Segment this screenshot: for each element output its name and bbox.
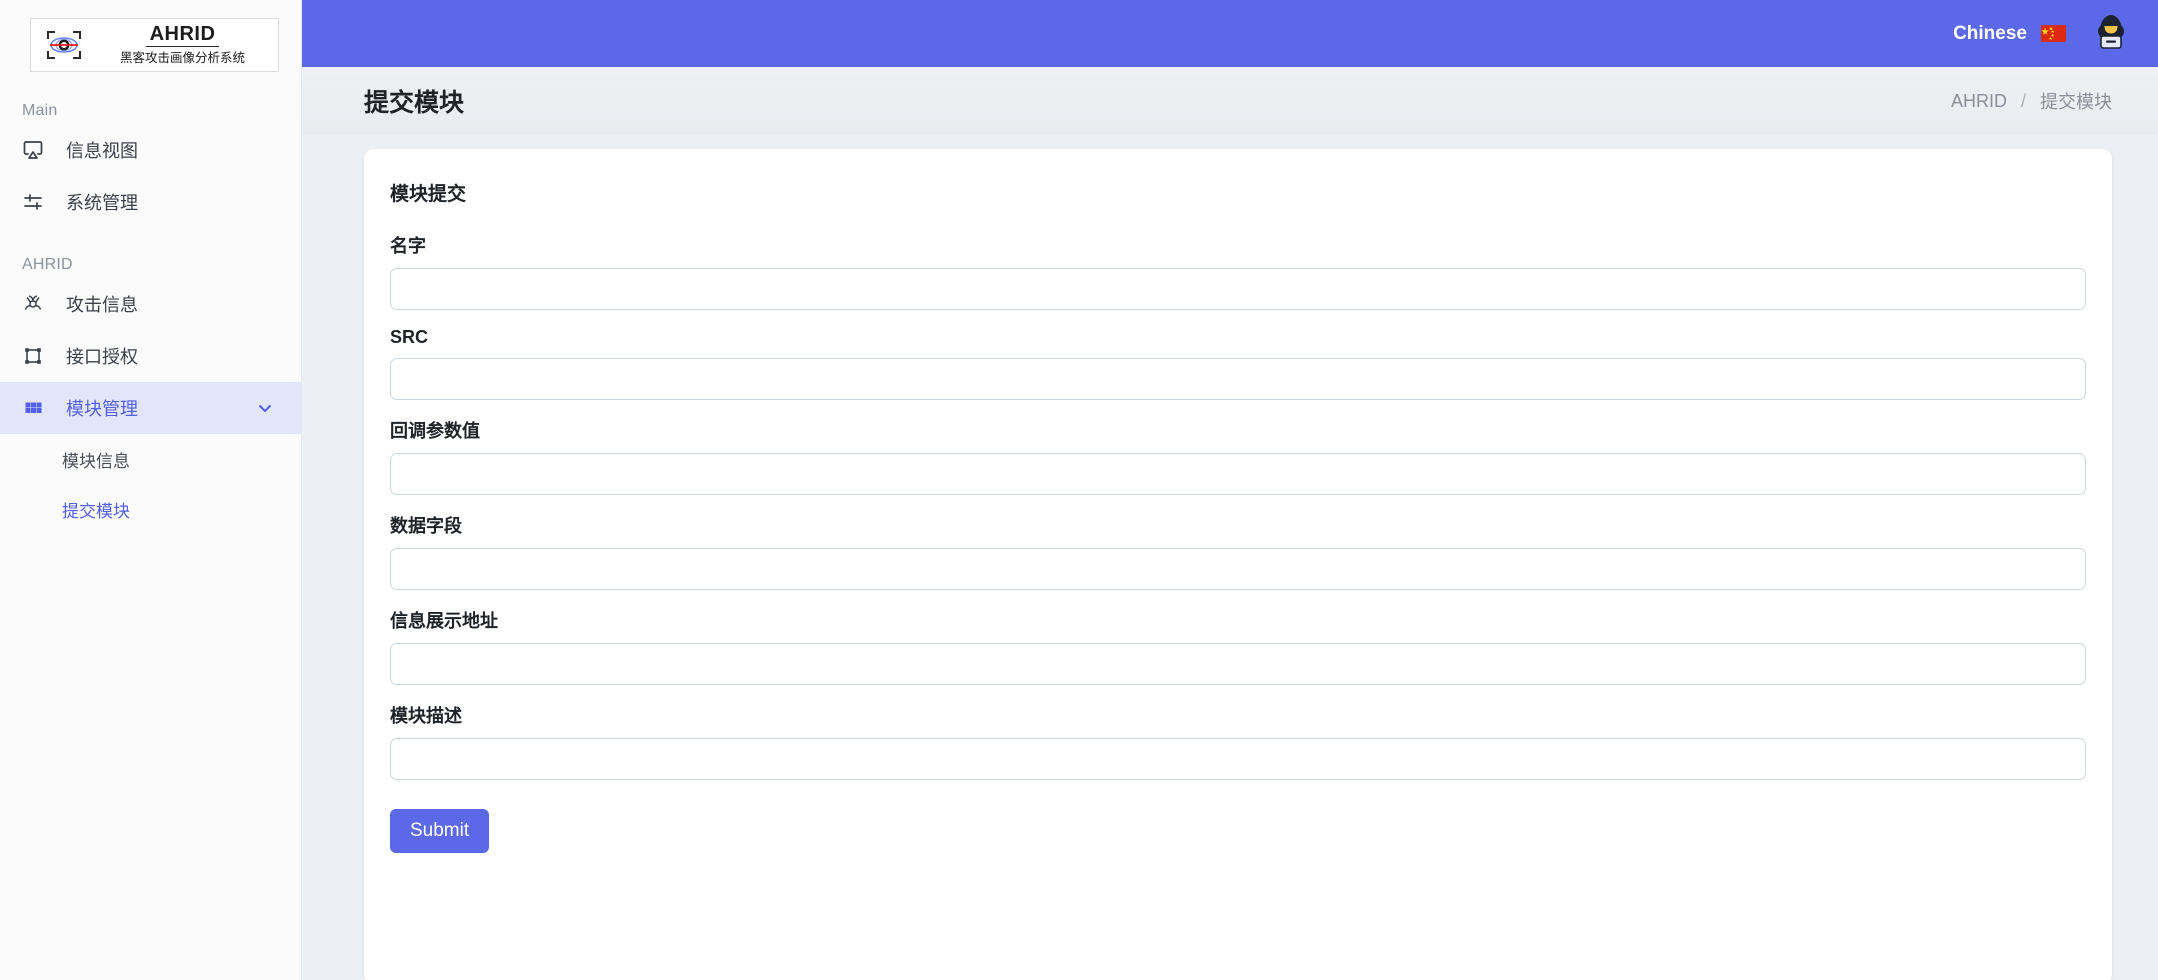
page-header: 提交模块 AHRID / 提交模块 (302, 67, 2158, 135)
field-label: 信息展示地址 (390, 611, 498, 631)
data-field-input[interactable] (390, 548, 2086, 590)
main-area: Chinese 提交模块 AHRID / 提交模块 模块提交 名字 SRC 回调… (302, 0, 2158, 980)
sidebar-subitem-label: 提交模块 (62, 501, 130, 521)
sidebar-item-module-management[interactable]: 模块管理 (0, 382, 301, 434)
module-description-input[interactable] (390, 738, 2086, 780)
field-src: SRC (390, 327, 2086, 400)
sidebar-item-label: 模块管理 (66, 399, 138, 419)
field-label: 模块描述 (390, 706, 462, 726)
sliders-tune-icon (22, 191, 44, 213)
top-bar: Chinese (302, 0, 2158, 67)
content-area: 模块提交 名字 SRC 回调参数值 数据字段 信息展示地址 模块描述 Submi… (302, 135, 2158, 980)
page-title: 提交模块 (364, 89, 465, 117)
sidebar-item-label: 接口授权 (66, 347, 138, 367)
app-root: AHRID 黑客攻击画像分析系统 Main 信息视图 系统管理 AHRID 攻击… (0, 0, 2158, 980)
grid-apps-icon (22, 397, 44, 419)
breadcrumb: AHRID / 提交模块 (1951, 88, 2112, 114)
biohazard-icon (22, 293, 44, 315)
brand-title: AHRID (145, 23, 220, 47)
name-input[interactable] (390, 268, 2086, 310)
china-flag-icon (2041, 25, 2066, 42)
sidebar-item-label: 攻击信息 (66, 295, 138, 315)
breadcrumb-root[interactable]: AHRID (1951, 91, 2007, 112)
field-label: 数据字段 (390, 516, 462, 536)
submit-button[interactable]: Submit (390, 809, 490, 853)
crosshair-eye-icon (41, 24, 87, 66)
monitor-airplay-icon (22, 139, 44, 161)
callback-param-input[interactable] (390, 453, 2086, 495)
sidebar-item-attack-info[interactable]: 攻击信息 (0, 278, 301, 330)
nav-section-ahrid: AHRID (22, 256, 73, 273)
display-url-input[interactable] (390, 643, 2086, 685)
module-submit-card: 模块提交 名字 SRC 回调参数值 数据字段 信息展示地址 模块描述 Submi… (364, 149, 2112, 980)
language-label: Chinese (1953, 22, 2027, 44)
brand-logo[interactable]: AHRID 黑客攻击画像分析系统 (0, 0, 301, 72)
sidebar-subitem-label: 模块信息 (62, 451, 130, 471)
sidebar-item-api-auth[interactable]: 接口授权 (0, 330, 301, 382)
field-name: 名字 (390, 232, 2086, 310)
breadcrumb-current: 提交模块 (2040, 92, 2112, 112)
crop-frame-icon (22, 345, 44, 367)
sidebar: AHRID 黑客攻击画像分析系统 Main 信息视图 系统管理 AHRID 攻击… (0, 0, 302, 980)
field-label: SRC (390, 327, 429, 347)
brand-subtitle: 黑客攻击画像分析系统 (119, 51, 245, 65)
sidebar-item-system-management[interactable]: 系统管理 (0, 176, 301, 228)
sidebar-subitem-module-info[interactable]: 模块信息 (0, 434, 301, 484)
nav-section-main: Main (22, 102, 58, 119)
src-input[interactable] (390, 358, 2086, 400)
sidebar-subitem-submit-module[interactable]: 提交模块 (0, 484, 301, 534)
sidebar-item-info-view[interactable]: 信息视图 (0, 124, 301, 176)
chevron-down-icon[interactable] (257, 400, 273, 416)
breadcrumb-separator: / (2020, 90, 2026, 111)
field-data-field: 数据字段 (390, 512, 2086, 590)
sidebar-item-label: 系统管理 (66, 193, 138, 213)
field-display-url: 信息展示地址 (390, 607, 2086, 685)
field-label: 回调参数值 (390, 421, 480, 441)
field-callback-param: 回调参数值 (390, 417, 2086, 495)
field-module-description: 模块描述 (390, 702, 2086, 780)
hacker-avatar-icon[interactable] (2088, 8, 2134, 59)
field-label: 名字 (390, 236, 426, 256)
sidebar-item-label: 信息视图 (66, 141, 138, 161)
card-title: 模块提交 (390, 184, 467, 205)
language-switcher[interactable]: Chinese (1953, 23, 2066, 45)
